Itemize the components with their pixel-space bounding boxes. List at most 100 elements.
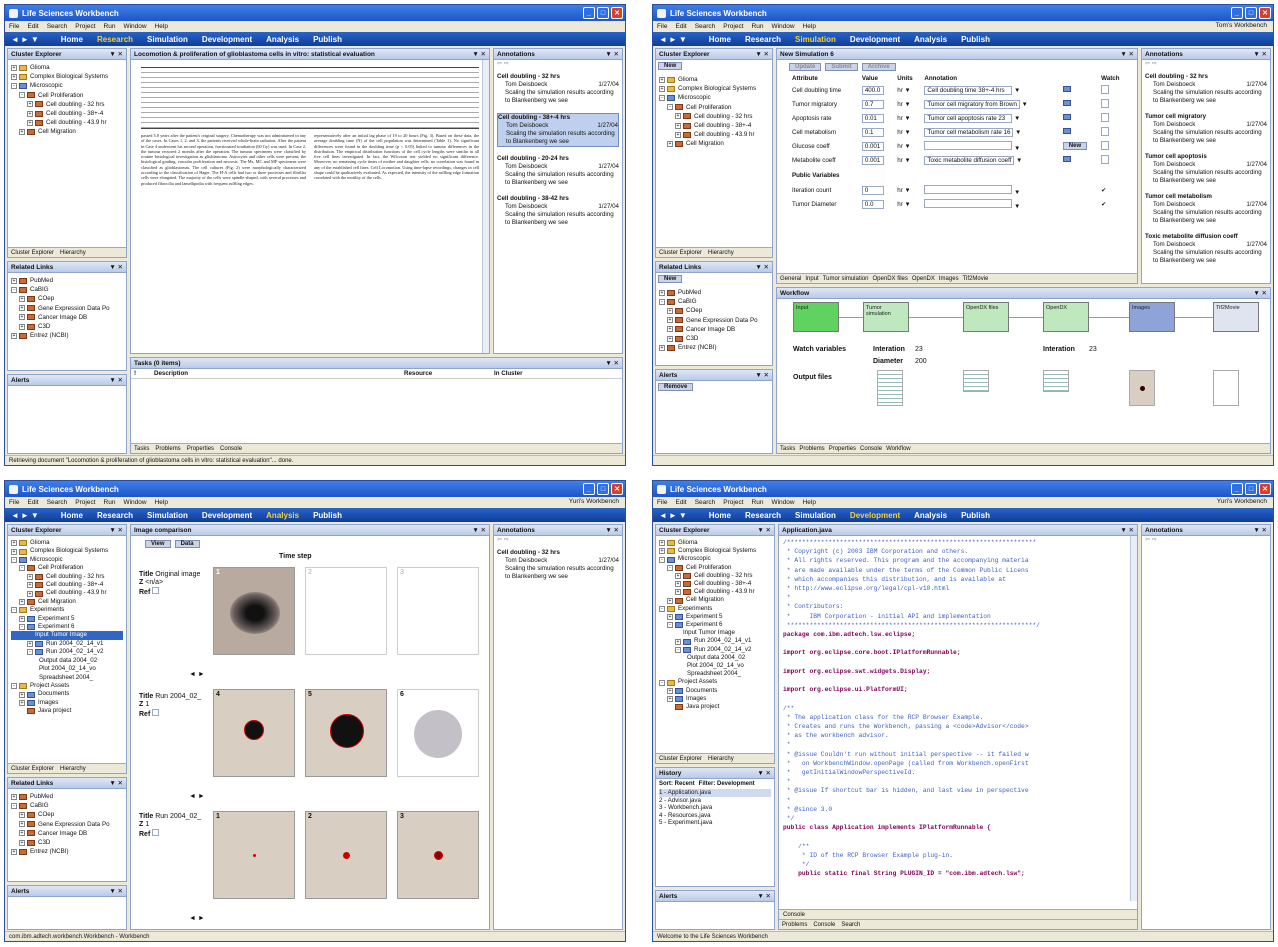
link-item[interactable]: + PubMed bbox=[11, 276, 123, 285]
output-image-thumbnail[interactable] bbox=[1129, 370, 1155, 406]
link-item[interactable]: + COep bbox=[11, 294, 123, 303]
menu-file[interactable]: File bbox=[9, 23, 19, 30]
back-forward-icon[interactable]: ⇦ ⇨ bbox=[1142, 60, 1270, 70]
pane-close-icon[interactable]: ▼ ✕ bbox=[109, 376, 123, 384]
tab-cluster-explorer[interactable]: Cluster Explorer bbox=[659, 756, 702, 762]
menu-project[interactable]: Project bbox=[723, 499, 743, 506]
pane-close-icon[interactable]: ▼ ✕ bbox=[109, 779, 123, 787]
nav-home[interactable]: Home bbox=[709, 35, 731, 44]
scrollbar[interactable] bbox=[1130, 536, 1137, 901]
tree-item[interactable]: + Cell doubling - 32 hrs bbox=[11, 573, 123, 581]
annotation-item[interactable]: Cell doubling - 32 hrs Tom Deisboeck 1/27/… bbox=[497, 549, 619, 581]
document-icon[interactable] bbox=[1062, 86, 1071, 92]
nav-simulation[interactable]: Simulation bbox=[795, 35, 836, 44]
menu-file[interactable]: File bbox=[9, 499, 19, 506]
history-item[interactable]: 4 - Resources.java bbox=[659, 812, 771, 820]
nav-arrows-icon[interactable]: ◄►▼ bbox=[11, 511, 41, 520]
back-forward-icon[interactable]: ⇦ ⇨ bbox=[1142, 536, 1270, 546]
tree-item[interactable]: + Run 2004_02_14_v1 bbox=[11, 640, 123, 648]
pane-close-icon[interactable]: ▼ ✕ bbox=[757, 769, 771, 777]
nav-development[interactable]: Development bbox=[202, 511, 252, 520]
document-icon[interactable] bbox=[1062, 100, 1071, 106]
tree-item[interactable]: + Documents bbox=[11, 690, 123, 698]
tab-view[interactable]: View bbox=[145, 540, 171, 548]
tree-item[interactable]: + Glioma bbox=[11, 63, 123, 72]
menu-search[interactable]: Search bbox=[47, 23, 68, 30]
tree-item[interactable]: + Glioma bbox=[659, 539, 771, 547]
tree-item[interactable]: - Experiments bbox=[11, 606, 123, 614]
history-item[interactable]: 2 - Advisor.java bbox=[659, 797, 771, 805]
image-frame[interactable]: 4 bbox=[213, 689, 295, 777]
ref-checkbox[interactable] bbox=[152, 829, 160, 836]
image-frame[interactable]: 3 bbox=[397, 811, 479, 899]
tree-item[interactable]: Plot 2004_02_14_vo bbox=[659, 662, 771, 670]
nav-publish[interactable]: Publish bbox=[961, 511, 990, 520]
nav-publish[interactable]: Publish bbox=[313, 511, 342, 520]
back-forward-icon[interactable]: ⇦ ⇨ bbox=[494, 536, 622, 546]
history-item[interactable]: 5 - Experiment.java bbox=[659, 819, 771, 827]
close-icon[interactable]: ✕ bbox=[611, 7, 623, 19]
nav-arrows-icon[interactable]: ◄►▼ bbox=[659, 511, 689, 520]
menu-project[interactable]: Project bbox=[723, 23, 743, 30]
link-item[interactable]: + Gene Expression Data Po bbox=[659, 316, 769, 325]
tab-data[interactable]: Data bbox=[174, 540, 200, 548]
annotation-select[interactable]: Toxic metabolite diffusion coeff bbox=[924, 155, 1015, 165]
tree-item-selected[interactable]: Input Tumor Image bbox=[11, 631, 123, 640]
workflow-node[interactable]: Tumor simulation bbox=[863, 302, 909, 332]
tab-workflow[interactable]: Workflow bbox=[886, 446, 911, 452]
tree-item[interactable]: + Cell Migration bbox=[11, 598, 123, 606]
image-frame[interactable]: 3 bbox=[397, 567, 479, 655]
link-item[interactable]: + COep bbox=[11, 810, 123, 819]
maximize-icon[interactable]: □ bbox=[597, 483, 609, 495]
annotation-item[interactable]: Toxic metabolite diffusion coeff Tom Deis… bbox=[1145, 233, 1267, 265]
link-item[interactable]: + C3D bbox=[11, 322, 123, 331]
tree-item[interactable]: Input Tumor Image bbox=[659, 629, 771, 637]
output-file-icon[interactable] bbox=[963, 370, 989, 392]
tab-opendx[interactable]: OpenDX bbox=[912, 276, 935, 282]
tab-hierarchy[interactable]: Hierarchy bbox=[708, 756, 734, 762]
workflow-node[interactable]: OpenDX files bbox=[963, 302, 1009, 332]
nav-simulation[interactable]: Simulation bbox=[147, 511, 188, 520]
document-icon[interactable] bbox=[1062, 114, 1071, 120]
workflow-node[interactable]: Input bbox=[793, 302, 839, 332]
menu-edit[interactable]: Edit bbox=[675, 23, 686, 30]
menu-run[interactable]: Run bbox=[104, 499, 116, 506]
tree-item[interactable]: - Experiments bbox=[659, 605, 771, 613]
nav-research[interactable]: Research bbox=[745, 511, 781, 520]
tree-item[interactable]: - Experiment 6 bbox=[11, 623, 123, 631]
tree-item[interactable]: + Run 2004_02_14_v1 bbox=[659, 637, 771, 645]
annotation-select[interactable]: Tumor cell migratory from Brown bbox=[924, 99, 1020, 109]
tree-item[interactable]: - Microscopic bbox=[11, 556, 123, 564]
pane-close-icon[interactable]: ▼ ✕ bbox=[472, 50, 486, 58]
minimize-icon[interactable]: _ bbox=[583, 483, 595, 495]
tree-item[interactable]: + Cell Migration bbox=[659, 596, 771, 604]
archive-button[interactable]: Archive bbox=[861, 63, 896, 71]
nav-home[interactable]: Home bbox=[709, 511, 731, 520]
pane-close-icon[interactable]: ▼ ✕ bbox=[755, 50, 769, 58]
close-icon[interactable]: ✕ bbox=[1259, 483, 1271, 495]
tree-item[interactable]: + Cell doubling - 43.9 hr bbox=[659, 588, 771, 596]
menu-window[interactable]: Window bbox=[123, 23, 146, 30]
pane-close-icon[interactable]: ▼ ✕ bbox=[755, 263, 769, 271]
submit-button[interactable]: Submit bbox=[825, 63, 858, 71]
tree-item[interactable]: + Experiment 5 bbox=[659, 613, 771, 621]
value-input[interactable]: 0.01 bbox=[861, 113, 884, 123]
menu-file[interactable]: File bbox=[657, 23, 667, 30]
tab-problems[interactable]: Problems bbox=[799, 446, 824, 452]
back-forward-icon[interactable]: ⇦ ⇨ bbox=[494, 60, 622, 70]
menu-file[interactable]: File bbox=[657, 499, 667, 506]
tree-item[interactable]: Plot 2004_02_14_vo bbox=[11, 665, 123, 673]
tab-tasks[interactable]: Tasks bbox=[134, 446, 149, 452]
annotation-select[interactable]: Cell doubling time 38+-4 hrs bbox=[924, 85, 1013, 95]
value-input[interactable]: 0 bbox=[861, 185, 884, 195]
annotation-select[interactable] bbox=[924, 140, 1013, 150]
col-header[interactable]: Resource bbox=[401, 369, 491, 379]
menu-help[interactable]: Help bbox=[155, 499, 168, 506]
tree-item[interactable]: + Glioma bbox=[659, 75, 769, 84]
pane-close-icon[interactable]: ▼ ✕ bbox=[605, 359, 619, 367]
workflow-node[interactable]: Images bbox=[1129, 302, 1175, 332]
tab-input[interactable]: Input bbox=[805, 276, 818, 282]
tab-search[interactable]: Search bbox=[841, 922, 860, 928]
annotation-item[interactable]: Tumor cell metabolism Tom Deisboeck 1/27/0… bbox=[1145, 193, 1267, 225]
annotation-item[interactable]: Cell doubling - 32 hrs Tom Deisboeck 1/27/… bbox=[1145, 73, 1267, 105]
